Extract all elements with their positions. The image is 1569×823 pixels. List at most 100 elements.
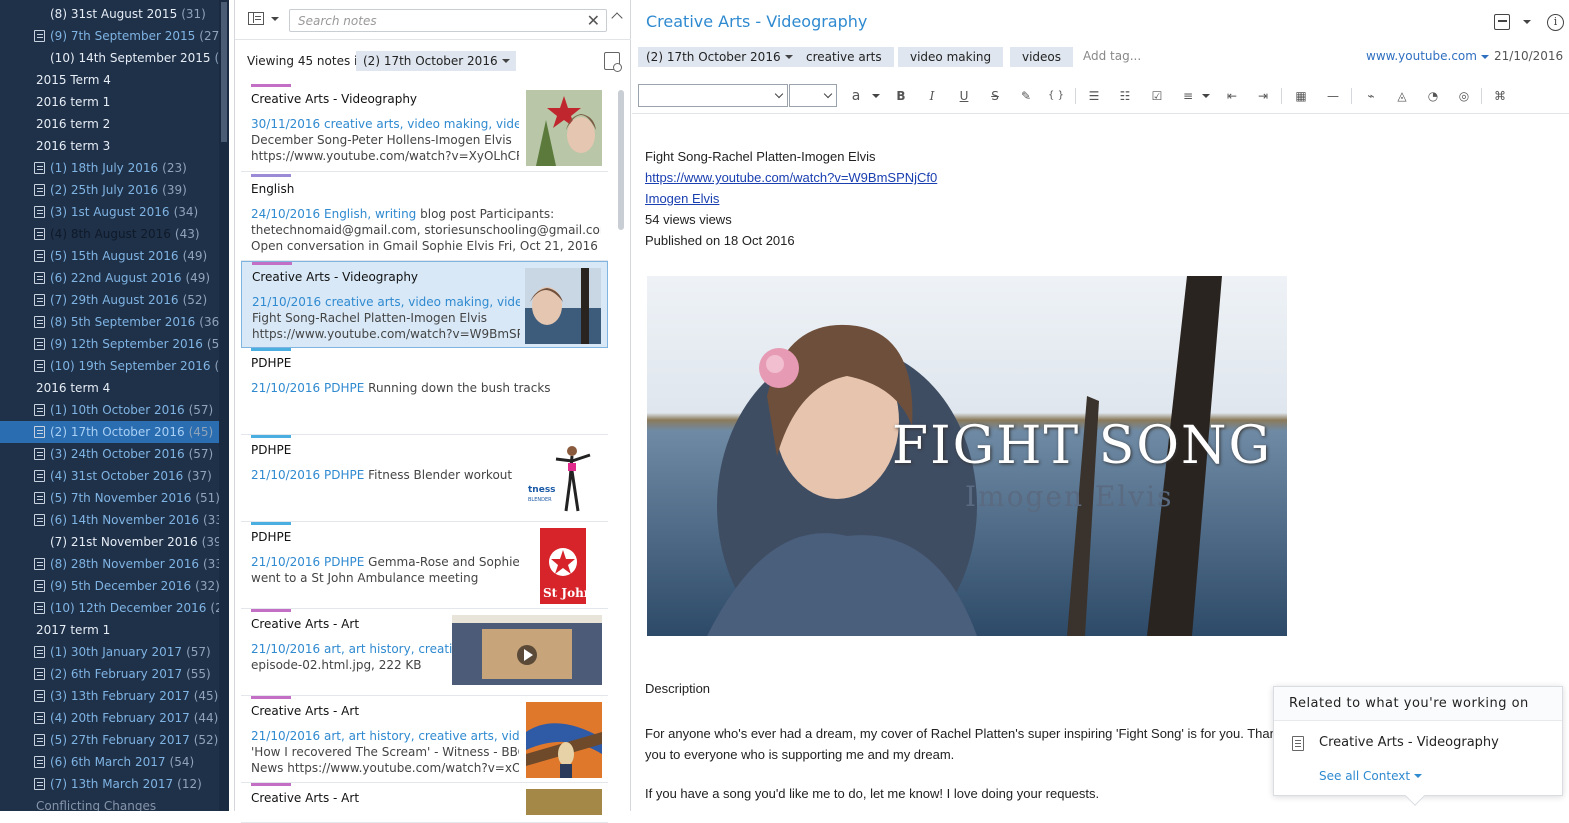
note-card[interactable]: Creative Arts - Art 21/10/2016 art, art h…	[241, 609, 608, 696]
collapse-icon[interactable]	[611, 12, 623, 24]
tag-chip[interactable]: videos	[1010, 47, 1074, 67]
note-notebook-selector[interactable]: (2) 17th October 2016	[638, 47, 799, 67]
youtube-link[interactable]: https://www.youtube.com/watch?v=W9BmSPNj…	[645, 170, 937, 185]
note-date[interactable]: 21/10/2016	[1494, 49, 1563, 63]
sidebar-notebook-item[interactable]: 2016 term 3	[0, 135, 219, 157]
sidebar-notebook-item[interactable]: (1) 30th January 2017 (57)	[0, 641, 219, 663]
sidebar-notebook-item[interactable]: (3) 1st August 2016 (34)	[0, 201, 219, 223]
font-family-select[interactable]	[638, 84, 788, 107]
sidebar-notebook-item[interactable]: (4) 31st October 2016 (37)	[0, 465, 219, 487]
tag-chip[interactable]: video making	[898, 47, 1004, 67]
sidebar-notebook-item[interactable]: (5) 15th August 2016 (49)	[0, 245, 219, 267]
sidebar-notebook-item[interactable]: 2016 term 1	[0, 91, 219, 113]
sidebar-notebook-item[interactable]: Conflicting Changes	[0, 795, 219, 811]
horizontal-rule-icon[interactable]: —	[1323, 86, 1343, 106]
toolbar-divider	[1075, 88, 1076, 104]
search-box[interactable]: ✕	[289, 9, 607, 32]
add-tag-input[interactable]: Add tag...	[1083, 49, 1141, 63]
sidebar-notebook-item[interactable]: (3) 24th October 2016 (57)	[0, 443, 219, 465]
sidebar-notebook-item[interactable]: 2017 term 1	[0, 619, 219, 641]
sidebar-notebook-item[interactable]: (1) 18th July 2016 (23)	[0, 157, 219, 179]
sidebar-notebook-item[interactable]: (9) 12th September 2016(54)	[0, 333, 229, 355]
note-card[interactable]: PDHPE 21/10/2016 PDHPE Gemma-Rose and Sop…	[241, 522, 608, 609]
search-input[interactable]	[298, 10, 578, 31]
underline-button[interactable]: U	[954, 86, 974, 106]
sidebar-scroll-thumb[interactable]	[221, 2, 227, 142]
sidebar-notebook-item[interactable]: (7) 13th March 2017 (12)	[0, 773, 219, 795]
notebook-selector[interactable]: (2) 17th October 2016	[356, 51, 516, 71]
bold-button[interactable]: B	[891, 86, 911, 106]
search-in-notebook-icon[interactable]	[604, 52, 622, 72]
checkbox-icon[interactable]: ☑	[1147, 86, 1167, 106]
note-card[interactable]: PDHPE 21/10/2016 PDHPE Running down the b…	[241, 348, 608, 435]
note-card[interactable]: Creative Arts - Videography 30/11/2016 cr…	[241, 84, 608, 172]
sidebar-notebook-item[interactable]: 2016 term 2	[0, 113, 219, 135]
sidebar-scrollbar[interactable]	[219, 0, 229, 811]
sidebar-notebook-item[interactable]: (2) 6th February 2017 (55)	[0, 663, 219, 685]
sidebar-notebook-item[interactable]: (6) 6th March 2017 (54)	[0, 751, 219, 773]
annotate-icon[interactable]: ◬	[1392, 86, 1412, 106]
chevron-down-icon[interactable]	[872, 94, 880, 98]
outdent-icon[interactable]: ⇤	[1222, 86, 1242, 106]
note-card[interactable]: Creative Arts - Art 21/10/2016 art, art h…	[241, 696, 608, 783]
sidebar-notebook-item[interactable]: (6) 22nd August 2016 (49)	[0, 267, 219, 289]
table-icon[interactable]: ▦	[1291, 86, 1311, 106]
sidebar-notebook-item[interactable]: (4) 8th August 2016 (43)	[0, 223, 219, 245]
sidebar-notebook-item[interactable]: 2015 Term 4	[0, 69, 219, 91]
attachment-icon[interactable]: ⌁	[1361, 86, 1381, 106]
strikethrough-button[interactable]: S	[985, 86, 1005, 106]
code-block-button[interactable]: { }	[1046, 86, 1066, 106]
sidebar-notebook-item[interactable]: (6) 14th November 2016 (33)	[0, 509, 228, 531]
see-all-context-link[interactable]: See all Context	[1319, 769, 1423, 783]
notebook-name: (2) 17th October 2016	[50, 425, 185, 439]
sidebar-notebook-item[interactable]: (3) 13th February 2017 (45)	[0, 685, 219, 707]
share-icon[interactable]	[1494, 14, 1510, 30]
font-size-select[interactable]	[789, 84, 837, 107]
sidebar-notebook-item[interactable]: 2016 term 4	[0, 377, 219, 399]
note-card[interactable]: English 24/10/2016 English, writing blog …	[241, 174, 608, 261]
chevron-down-icon[interactable]	[271, 17, 279, 21]
sidebar-notebook-item[interactable]: (8) 28th November 2016 (33)	[0, 553, 228, 575]
chevron-down-icon[interactable]	[1523, 20, 1531, 24]
sidebar-notebook-item[interactable]: (2) 17th October 2016 (45)	[0, 421, 229, 443]
sidebar-notebook-item[interactable]: (10) 19th September 2016(17)	[0, 355, 229, 377]
sidebar-notebook-item[interactable]: (5) 27th February 2017 (52)	[0, 729, 219, 751]
clear-search-icon[interactable]: ✕	[587, 13, 600, 29]
sidebar-notebook-item[interactable]: (9) 5th December 2016 (32)	[0, 575, 220, 597]
sidebar-notebook-item[interactable]: (10) 12th December 2016(27)	[0, 597, 229, 619]
sidebar-notebook-item[interactable]: (1) 10th October 2016 (57)	[0, 399, 219, 421]
view-options-icon[interactable]	[248, 12, 264, 25]
shortcut-icon[interactable]: ⌘	[1490, 86, 1510, 106]
note-title[interactable]: Creative Arts - Videography	[646, 12, 867, 31]
numbered-list-icon[interactable]: ☷	[1115, 86, 1135, 106]
sidebar-notebook-item[interactable]: (9) 7th September 2015 (27)	[0, 25, 224, 47]
highlight-icon[interactable]: ✎	[1016, 86, 1036, 106]
sidebar-notebook-item[interactable]: (10) 14th September 2015(17)	[0, 47, 229, 69]
sidebar-notebook-item[interactable]: (8) 5th September 2016 (36)	[0, 311, 224, 333]
sidebar-notebook-item[interactable]: (7) 21st November 2016 (39)	[0, 531, 226, 553]
presentation-icon[interactable]: ◔	[1423, 86, 1443, 106]
indent-icon[interactable]: ⇥	[1253, 86, 1273, 106]
source-url-link[interactable]: www.youtube.com	[1366, 49, 1489, 63]
sidebar-notebook-item[interactable]: (7) 29th August 2016 (52)	[0, 289, 219, 311]
font-color-button[interactable]: a	[846, 86, 866, 106]
align-icon[interactable]: ≡	[1178, 86, 1198, 106]
sidebar-notebook-item[interactable]: (8) 31st August 2015 (31)	[0, 3, 219, 25]
note-list-scrollbar[interactable]	[618, 90, 624, 230]
italic-button[interactable]: I	[922, 86, 942, 106]
note-body[interactable]: Fight Song-Rachel Platten-Imogen Elvis h…	[645, 146, 1545, 251]
bulleted-list-icon[interactable]: ☰	[1084, 86, 1104, 106]
info-icon[interactable]: i	[1547, 14, 1564, 31]
note-card[interactable]: Creative Arts - Videography 21/10/2016 cr…	[241, 261, 608, 348]
note-card[interactable]: Creative Arts - Art	[241, 783, 608, 823]
author-link[interactable]: Imogen Elvis	[645, 191, 719, 206]
note-card[interactable]: PDHPE 21/10/2016 PDHPE Fitness Blender wo…	[241, 435, 608, 522]
sidebar-item-label: (3) 1st August 2016 (34)	[50, 201, 198, 223]
tag-chip[interactable]: creative arts	[794, 47, 894, 67]
sidebar-notebook-item[interactable]: (5) 7th November 2016 (51)	[0, 487, 220, 509]
encrypt-icon[interactable]: ◎	[1454, 86, 1474, 106]
related-note-item[interactable]: Creative Arts - Videography	[1292, 735, 1499, 751]
sidebar-notebook-item[interactable]: (2) 25th July 2016 (39)	[0, 179, 219, 201]
chevron-down-icon[interactable]	[1202, 94, 1210, 98]
sidebar-notebook-item[interactable]: (4) 20th February 2017 (44)	[0, 707, 219, 729]
